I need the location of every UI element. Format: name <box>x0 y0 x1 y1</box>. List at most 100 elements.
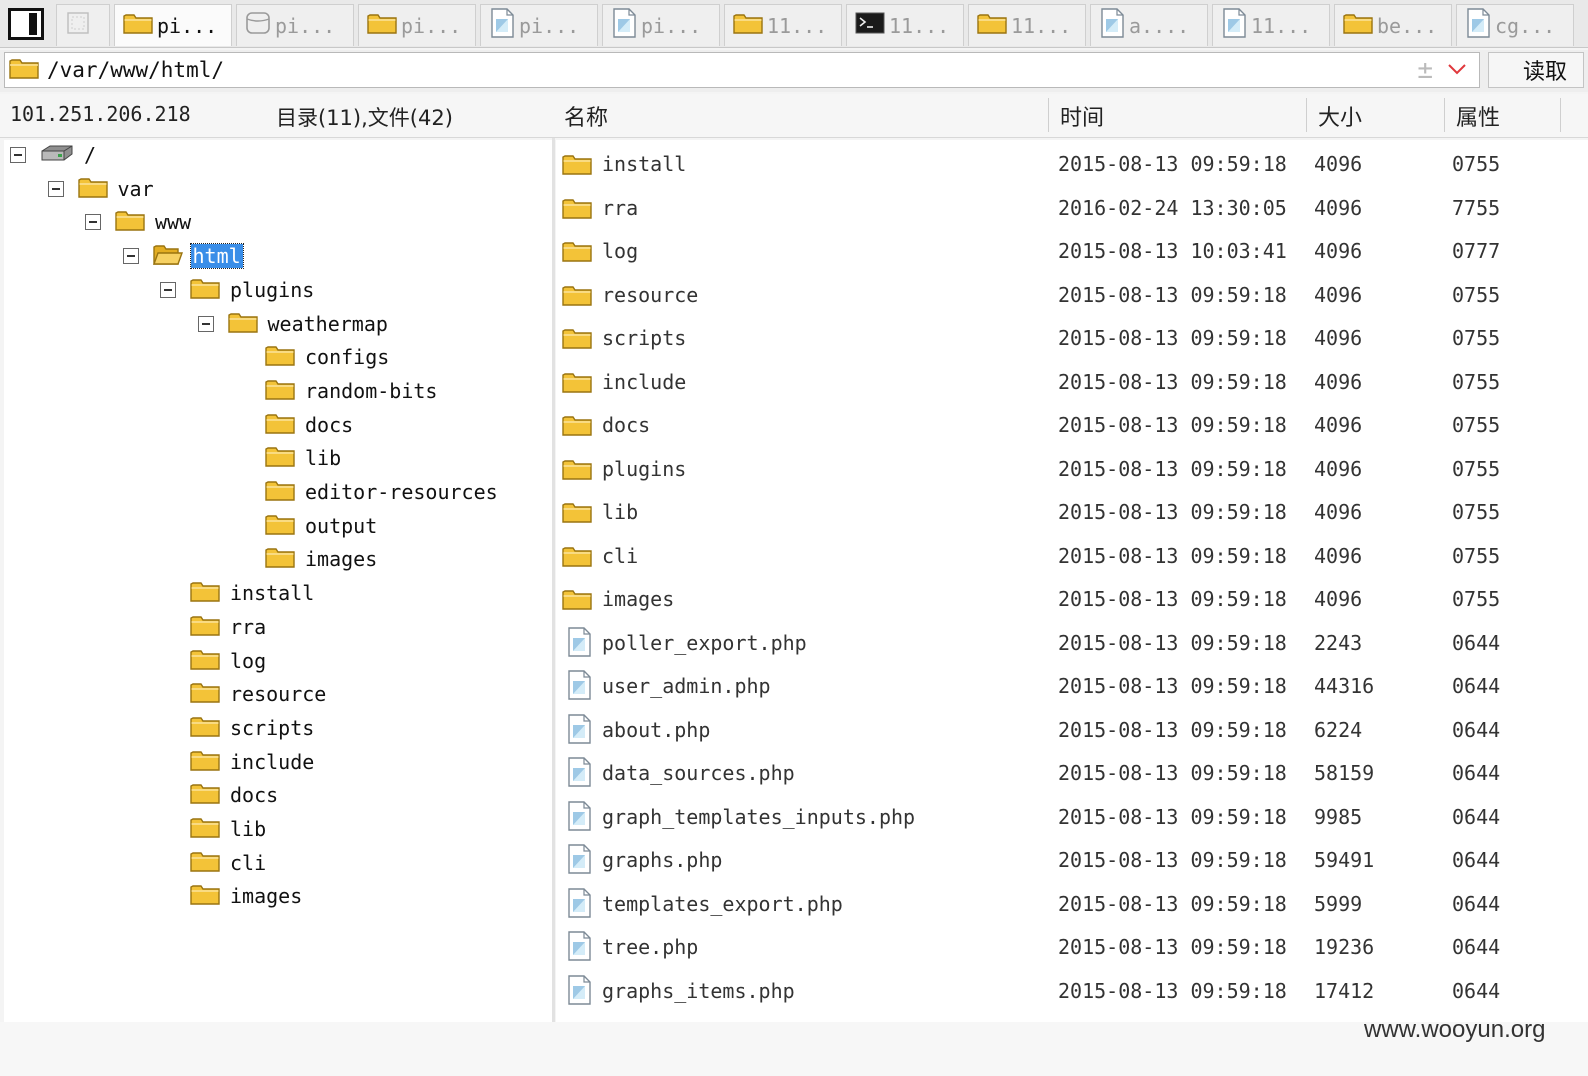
tree-node[interactable]: images <box>235 544 379 574</box>
tree-node-label[interactable]: lib <box>228 817 268 841</box>
tree-node-label[interactable]: output <box>303 514 379 538</box>
tree-node-label[interactable]: images <box>303 547 379 571</box>
collapse-toggle-icon[interactable] <box>10 147 26 163</box>
collapse-toggle-icon[interactable] <box>197 315 214 332</box>
tab-1[interactable]: pi... <box>114 4 232 46</box>
tree-node-label[interactable]: editor-resources <box>303 480 500 504</box>
tree-node-label[interactable]: configs <box>303 345 391 369</box>
file-row[interactable]: install 2015-08-13 09:59:18 4096 0755 <box>556 144 1588 184</box>
tree-node[interactable]: resource <box>160 679 328 709</box>
tree-node[interactable]: output <box>235 511 379 541</box>
tree-node[interactable]: / <box>10 140 98 170</box>
collapse-toggle-icon[interactable] <box>47 180 64 197</box>
tree-node-label[interactable]: install <box>228 581 316 605</box>
file-row[interactable]: lib 2015-08-13 09:59:18 4096 0755 <box>556 492 1588 532</box>
tree-node-label[interactable]: / <box>82 143 98 167</box>
tree-node[interactable]: docs <box>160 780 280 810</box>
file-row[interactable]: templates_export.php 2015-08-13 09:59:18 5… <box>556 884 1588 924</box>
read-button[interactable]: 读取 <box>1488 52 1584 88</box>
drive-icon <box>40 142 74 168</box>
add-bookmark-icon[interactable]: ± <box>1417 55 1433 85</box>
tree-node[interactable]: include <box>160 747 316 777</box>
column-header-name[interactable]: 名称 <box>564 100 608 132</box>
file-row[interactable]: include 2015-08-13 09:59:18 4096 0755 <box>556 362 1588 402</box>
collapse-toggle-icon[interactable] <box>122 248 139 265</box>
file-row[interactable]: log 2015-08-13 10:03:41 4096 0777 <box>556 231 1588 271</box>
file-row[interactable]: poller_export.php 2015-08-13 09:59:18 2243… <box>556 623 1588 663</box>
tree-node-label[interactable]: html <box>189 243 244 270</box>
tab-9[interactable]: a.... <box>1090 4 1208 46</box>
tree-node-label[interactable]: lib <box>303 446 343 470</box>
tree-node[interactable]: random-bits <box>235 376 439 406</box>
file-row[interactable]: resource 2015-08-13 09:59:18 4096 0755 <box>556 275 1588 315</box>
file-row[interactable]: data_sources.php 2015-08-13 09:59:18 58159… <box>556 753 1588 793</box>
tab-4[interactable]: pi... <box>480 4 598 46</box>
tab-6[interactable]: 11... <box>724 4 842 46</box>
tree-node-label[interactable]: log <box>228 649 268 673</box>
file-row[interactable]: scripts 2015-08-13 09:59:18 4096 0755 <box>556 318 1588 358</box>
column-header-size[interactable]: 大小 <box>1318 100 1362 132</box>
tree-node-label[interactable]: weathermap <box>266 312 390 336</box>
column-header-time[interactable]: 时间 <box>1060 100 1104 132</box>
tab-0[interactable] <box>56 4 110 46</box>
tree-node-label[interactable]: include <box>228 750 316 774</box>
collapse-toggle-icon[interactable] <box>85 214 101 231</box>
tree-node[interactable]: www <box>85 207 193 237</box>
tree-node[interactable]: weathermap <box>197 309 390 339</box>
column-header-attr[interactable]: 属性 <box>1456 100 1500 132</box>
tab-8[interactable]: 11... <box>968 4 1086 46</box>
tree-node-label[interactable]: plugins <box>228 278 316 302</box>
file-row[interactable]: graph_templates_inputs.php 2015-08-13 09:… <box>556 797 1588 837</box>
tree-node-label[interactable]: scripts <box>228 716 316 740</box>
file-row[interactable]: rra 2016-02-24 13:30:05 4096 7755 <box>556 188 1588 228</box>
tree-node[interactable]: configs <box>235 342 391 372</box>
tab-12[interactable]: cg... <box>1456 4 1574 46</box>
tree-node[interactable]: lib <box>235 443 343 473</box>
tree-node-label[interactable]: docs <box>228 783 280 807</box>
pane-splitter[interactable] <box>552 138 555 1022</box>
tree-node[interactable]: images <box>160 881 304 911</box>
tree-node[interactable]: cli <box>160 848 268 878</box>
tree-node-label[interactable]: resource <box>228 682 328 706</box>
tab-11[interactable]: be... <box>1334 4 1452 46</box>
tree-node-label[interactable]: docs <box>303 413 355 437</box>
file-row[interactable]: cli 2015-08-13 09:59:18 4096 0755 <box>556 536 1588 576</box>
tree-node[interactable]: var <box>47 174 156 204</box>
tab-2[interactable]: pi... <box>236 4 354 46</box>
file-row[interactable]: graphs.php 2015-08-13 09:59:18 59491 0644 <box>556 840 1588 880</box>
tree-node[interactable]: docs <box>235 410 355 440</box>
tree-node-label[interactable]: rra <box>228 615 268 639</box>
tree-node[interactable]: log <box>160 646 268 676</box>
file-row[interactable]: docs 2015-08-13 09:59:18 4096 0755 <box>556 405 1588 445</box>
column-divider[interactable] <box>1048 98 1049 132</box>
file-row[interactable]: user_admin.php 2015-08-13 09:59:18 44316 06… <box>556 666 1588 706</box>
tree-node[interactable]: scripts <box>160 713 316 743</box>
tree-node-label[interactable]: var <box>116 177 156 201</box>
tree-node[interactable]: install <box>160 578 316 608</box>
column-divider[interactable] <box>1306 98 1307 132</box>
file-row[interactable]: graphs_items.php 2015-08-13 09:59:18 17412… <box>556 971 1588 1011</box>
tree-node[interactable]: editor-resources <box>235 477 500 507</box>
tab-3[interactable]: pi... <box>358 4 476 46</box>
tree-node-label[interactable]: random-bits <box>303 379 439 403</box>
tab-7[interactable]: 11... <box>846 4 964 46</box>
tree-node[interactable]: lib <box>160 814 268 844</box>
file-row[interactable]: about.php 2015-08-13 09:59:18 6224 0644 <box>556 710 1588 750</box>
tab-10[interactable]: 11... <box>1212 4 1330 46</box>
tree-node[interactable]: plugins <box>160 275 316 305</box>
tree-node[interactable]: rra <box>160 612 268 642</box>
column-divider[interactable] <box>1560 98 1561 132</box>
path-input[interactable] <box>47 58 1407 82</box>
collapse-toggle-icon[interactable] <box>160 281 176 298</box>
tree-node-label[interactable]: images <box>228 884 304 908</box>
tree-node-label[interactable]: cli <box>228 851 268 875</box>
tree-node[interactable]: html <box>122 241 244 271</box>
tree-node-label[interactable]: www <box>153 210 193 234</box>
file-row[interactable]: plugins 2015-08-13 09:59:18 4096 0755 <box>556 449 1588 489</box>
column-divider[interactable] <box>1444 98 1445 132</box>
panel-toggle-icon[interactable] <box>8 8 44 40</box>
tab-5[interactable]: pi... <box>602 4 720 46</box>
file-row[interactable]: images 2015-08-13 09:59:18 4096 0755 <box>556 579 1588 619</box>
file-row[interactable]: tree.php 2015-08-13 09:59:18 19236 0644 <box>556 927 1588 967</box>
chevron-down-icon[interactable] <box>1447 61 1467 80</box>
